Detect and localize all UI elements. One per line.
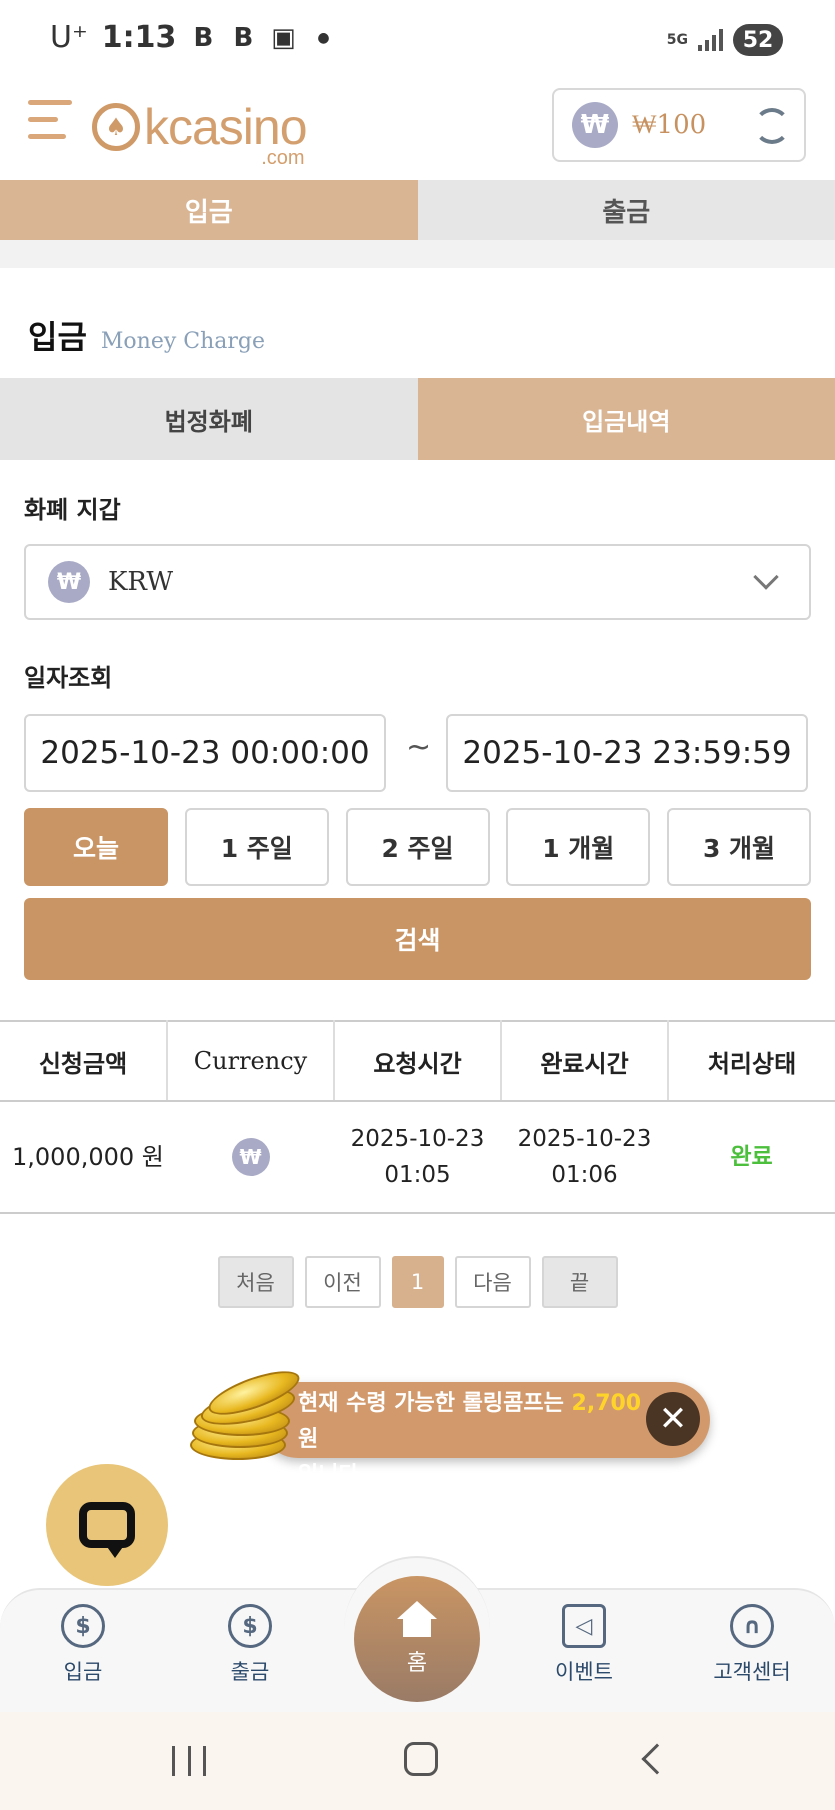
status-bar-left: U⁺ 1:13 B B ▣ ● [50, 20, 336, 55]
nav-withdraw-label: 출금 [230, 1660, 270, 1684]
table-header-row: 신청금액 Currency 요청시간 완료시간 처리상태 [0, 1020, 835, 1102]
col-complete-time: 완료시간 [501, 1020, 669, 1102]
page-last-button[interactable]: 끝 [541, 1256, 618, 1308]
balance-box: ₩ ₩100 [552, 88, 806, 162]
pagination: 처음 이전 1 다음 끝 [0, 1256, 835, 1308]
cell-status: 완료 [668, 1101, 835, 1214]
cell-amount: 1,000,000 원 [0, 1101, 167, 1214]
date-to-input[interactable]: 2025-10-23 23:59:59 [446, 714, 808, 792]
home-icon [397, 1601, 437, 1637]
date-query-label: 일자조회 [24, 664, 113, 692]
divider [0, 240, 835, 268]
history-table: 신청금액 Currency 요청시간 완료시간 처리상태 1,000,000 원… [0, 1020, 835, 1214]
request-date: 2025-10-23 [350, 1126, 485, 1152]
nav-event[interactable]: ◁ 이벤트 [524, 1604, 644, 1686]
menu-icon[interactable] [28, 100, 74, 146]
cell-currency: ₩ [167, 1101, 334, 1214]
b-app-icon-2: B [233, 22, 254, 53]
logo-text: kcasino .com [144, 102, 308, 168]
nav-deposit[interactable]: $ 입금 [23, 1604, 143, 1686]
top-tabs: 입금 출금 [0, 180, 835, 240]
col-status: 처리상태 [668, 1020, 835, 1102]
period-1week-button[interactable]: 1 주일 [184, 808, 329, 886]
balance-amount: ₩100 [632, 110, 707, 140]
page-next-button[interactable]: 다음 [454, 1256, 531, 1308]
page-current-button[interactable]: 1 [391, 1256, 444, 1308]
period-3month-button[interactable]: 3 개월 [667, 808, 811, 886]
page-prev-button[interactable]: 이전 [304, 1256, 381, 1308]
home-button[interactable]: 홈 [354, 1576, 480, 1702]
headset-icon: ∩ [730, 1604, 774, 1648]
megaphone-icon: ◁ [562, 1604, 606, 1648]
period-today-button[interactable]: 오늘 [24, 808, 168, 886]
search-button[interactable]: 검색 [24, 898, 811, 980]
network-label: 5G [666, 32, 688, 48]
nav-event-label: 이벤트 [555, 1660, 613, 1684]
sub-tabs: 법정화폐 입금내역 [0, 378, 835, 460]
tab-deposit[interactable]: 입금 [0, 180, 418, 240]
deposit-icon: $ [61, 1604, 105, 1648]
page-title-text: 입금 [28, 318, 87, 356]
page-subtitle: Money Charge [100, 329, 266, 354]
system-home-icon[interactable] [404, 1742, 438, 1776]
refresh-icon[interactable] [754, 108, 790, 144]
toast-amount: 2,700 [571, 1391, 642, 1416]
chat-bubble-icon [79, 1502, 135, 1558]
nav-withdraw[interactable]: $ 출금 [190, 1604, 310, 1686]
won-icon: ₩ [48, 561, 90, 603]
recent-apps-icon[interactable] [172, 1746, 206, 1776]
tab-fiat[interactable]: 법정화폐 [0, 378, 418, 460]
toast-message: 현재 수령 가능한 롤링콤프는 2,700 원 입니다. [298, 1386, 648, 1494]
table-row: 1,000,000 원 ₩ 2025-10-23 01:05 2025-10-2… [0, 1101, 835, 1214]
period-buttons: 오늘 1 주일 2 주일 1 개월 3 개월 [24, 808, 811, 886]
chat-button[interactable] [46, 1464, 168, 1586]
toast-text-after: 원 [298, 1427, 319, 1452]
toast-text-line2: 입니다. [298, 1463, 368, 1488]
home-label: 홈 [406, 1651, 428, 1676]
tab-withdraw[interactable]: 출금 [417, 180, 835, 240]
toast-text-before: 현재 수령 가능한 롤링콤프는 [298, 1391, 572, 1416]
col-currency: Currency [167, 1020, 335, 1102]
date-from-input[interactable]: 2025-10-23 00:00:00 [24, 714, 386, 792]
col-amount: 신청금액 [0, 1020, 168, 1102]
wallet-label: 화폐 지갑 [24, 496, 121, 524]
currency-select-value: KRW [108, 567, 174, 597]
cell-request-time: 2025-10-23 01:05 [334, 1101, 501, 1214]
status-bar-right: 5G 52 [667, 24, 783, 56]
screenshot-icon: ▣ [271, 22, 296, 53]
signal-icon [698, 29, 723, 51]
b-app-icon: B [193, 22, 214, 53]
gold-coins-icon [190, 1362, 305, 1464]
clock: 1:13 [101, 20, 177, 55]
spade-icon: ♠ [92, 103, 140, 151]
carrier-label: U⁺ [50, 20, 88, 55]
logo-domain: .com [261, 147, 305, 169]
withdraw-icon: $ [228, 1604, 272, 1648]
won-icon: ₩ [231, 1138, 270, 1176]
period-2week-button[interactable]: 2 주일 [345, 808, 490, 886]
nav-support[interactable]: ∩ 고객센터 [692, 1604, 812, 1686]
close-icon[interactable]: ✕ [646, 1392, 700, 1446]
complete-date: 2025-10-23 [517, 1126, 652, 1152]
chevron-down-icon [753, 564, 779, 590]
dot-icon: ● [317, 29, 330, 46]
request-time: 01:05 [384, 1162, 451, 1188]
page-title: 입금 Money Charge [28, 312, 265, 358]
status-badge: 완료 [730, 1144, 773, 1170]
logo[interactable]: ♠ kcasino .com [92, 94, 308, 168]
complete-time: 01:06 [551, 1162, 618, 1188]
currency-select[interactable]: ₩ KRW [24, 544, 811, 620]
battery-icon: 52 [733, 24, 783, 56]
tab-deposit-history[interactable]: 입금내역 [417, 378, 835, 460]
date-separator: ~ [406, 730, 432, 765]
col-request-time: 요청시간 [334, 1020, 502, 1102]
nav-deposit-label: 입금 [63, 1660, 103, 1684]
page-first-button[interactable]: 처음 [217, 1256, 294, 1308]
nav-support-label: 고객센터 [713, 1660, 791, 1684]
won-icon: ₩ [572, 102, 618, 148]
cell-complete-time: 2025-10-23 01:06 [501, 1101, 668, 1214]
period-1month-button[interactable]: 1 개월 [506, 808, 651, 886]
